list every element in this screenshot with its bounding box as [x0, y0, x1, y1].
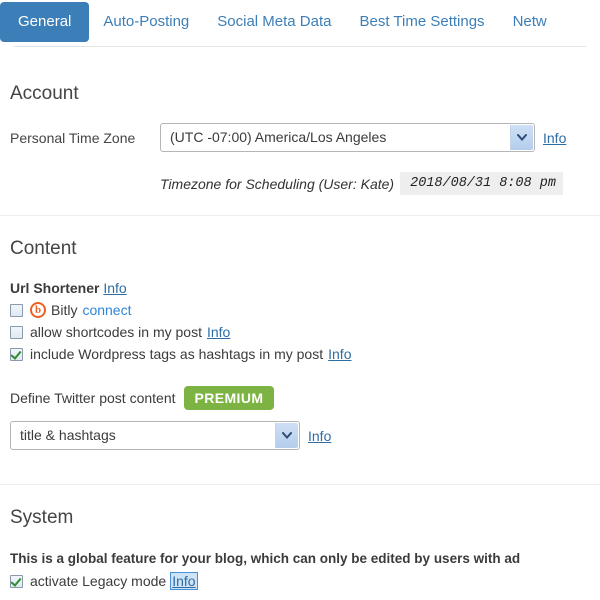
legacy-mode-info-link[interactable]: Info [170, 572, 198, 590]
settings-tab-bar: General Auto-Posting Social Meta Data Best … [0, 0, 600, 47]
url-shortener-info-link[interactable]: Info [103, 280, 126, 296]
post-content-info-link[interactable]: Info [308, 428, 331, 444]
wordpress-tags-row: include Wordpress tags as hashtags in my… [10, 346, 600, 362]
define-twitter-post-content-label: Define Twitter post content [10, 390, 176, 406]
personal-time-zone-row: Personal Time Zone (UTC -07:00) America/… [10, 123, 600, 152]
personal-time-zone-label: Personal Time Zone [10, 129, 136, 146]
bitly-checkbox[interactable] [10, 303, 23, 317]
url-shortener-label: Url Shortener [10, 280, 100, 296]
tab-best-time-settings[interactable]: Best Time Settings [346, 2, 499, 42]
content-heading: Content [10, 238, 77, 259]
legacy-mode-checkbox[interactable] [10, 574, 23, 588]
shortcodes-checkbox[interactable] [10, 325, 23, 339]
timezone-scheduling-value: 2018/08/31 8:08 pm [400, 172, 563, 195]
content-section: Content Url Shortener Info b Bitly conne… [0, 216, 600, 450]
system-section: System This is a global feature for your… [0, 485, 600, 590]
wordpress-tags-label: include Wordpress tags as hashtags in my… [30, 346, 324, 362]
tab-social-meta-data[interactable]: Social Meta Data [203, 2, 345, 42]
system-heading: System [10, 507, 74, 528]
define-twitter-post-content-row: Define Twitter post content PREMIUM [10, 386, 600, 410]
timezone-scheduling-label: Timezone for Scheduling (User: Kate) [160, 175, 395, 192]
timezone-scheduling-row: Timezone for Scheduling (User: Kate) 201… [10, 172, 600, 195]
premium-badge: PREMIUM [183, 386, 275, 410]
shortcodes-row: allow shortcodes in my post Info [10, 324, 600, 340]
personal-time-zone-info-link[interactable]: Info [543, 130, 566, 146]
bitly-row: b Bitly connect [10, 302, 600, 318]
post-content-select[interactable]: title & hashtags [10, 421, 300, 450]
legacy-mode-label: activate Legacy mode [30, 573, 167, 589]
personal-time-zone-select[interactable]: (UTC -07:00) America/Los Angeles [160, 123, 535, 152]
settings-panel: Account Personal Time Zone (UTC -07:00) … [0, 47, 600, 590]
legacy-mode-row: activate Legacy mode Info [10, 572, 600, 590]
account-section: Account Personal Time Zone (UTC -07:00) … [0, 47, 600, 195]
tab-network[interactable]: Netw [499, 2, 561, 42]
wordpress-tags-checkbox[interactable] [10, 347, 23, 361]
system-global-feature-note: This is a global feature for your blog, … [10, 551, 521, 566]
bitly-icon: b [30, 302, 46, 318]
url-shortener-label-row: Url Shortener Info [10, 280, 600, 296]
bitly-connect-link[interactable]: connect [82, 302, 131, 318]
wordpress-tags-info-link[interactable]: Info [328, 346, 351, 362]
shortcodes-info-link[interactable]: Info [207, 324, 230, 340]
chevron-down-icon[interactable] [510, 125, 533, 150]
chevron-down-icon[interactable] [275, 423, 298, 448]
shortcodes-label: allow shortcodes in my post [30, 324, 202, 340]
account-heading: Account [10, 83, 79, 104]
bitly-label: Bitly [51, 302, 78, 318]
tab-auto-posting[interactable]: Auto-Posting [89, 2, 203, 42]
post-content-value: title & hashtags [20, 427, 116, 443]
tab-general[interactable]: General [0, 2, 90, 42]
personal-time-zone-value: (UTC -07:00) America/Los Angeles [170, 129, 387, 145]
post-content-select-row: title & hashtags Info [10, 421, 600, 450]
